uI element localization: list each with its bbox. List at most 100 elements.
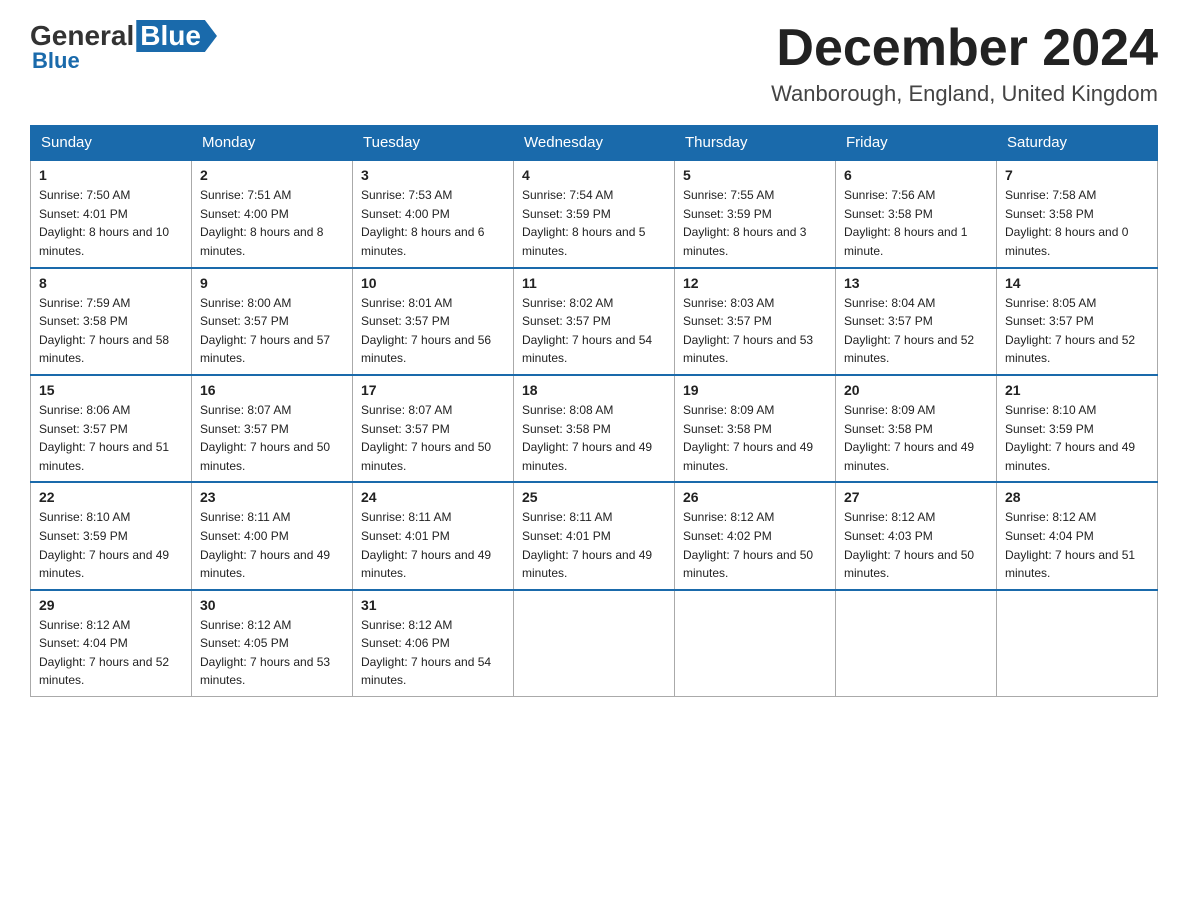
col-tuesday: Tuesday bbox=[353, 126, 514, 161]
calendar-cell: 9 Sunrise: 8:00 AMSunset: 3:57 PMDaylight… bbox=[192, 268, 353, 375]
day-number: 7 bbox=[1005, 167, 1149, 183]
calendar-cell: 1 Sunrise: 7:50 AMSunset: 4:01 PMDaylight… bbox=[31, 160, 192, 267]
day-number: 10 bbox=[361, 275, 505, 291]
day-number: 29 bbox=[39, 597, 183, 613]
day-info: Sunrise: 7:56 AMSunset: 3:58 PMDaylight:… bbox=[844, 186, 988, 260]
day-info: Sunrise: 7:51 AMSunset: 4:00 PMDaylight:… bbox=[200, 186, 344, 260]
day-number: 27 bbox=[844, 489, 988, 505]
day-info: Sunrise: 8:09 AMSunset: 3:58 PMDaylight:… bbox=[683, 401, 827, 475]
day-number: 24 bbox=[361, 489, 505, 505]
day-info: Sunrise: 7:59 AMSunset: 3:58 PMDaylight:… bbox=[39, 294, 183, 368]
day-info: Sunrise: 8:10 AMSunset: 3:59 PMDaylight:… bbox=[39, 508, 183, 582]
day-info: Sunrise: 8:06 AMSunset: 3:57 PMDaylight:… bbox=[39, 401, 183, 475]
day-info: Sunrise: 8:01 AMSunset: 3:57 PMDaylight:… bbox=[361, 294, 505, 368]
calendar-cell: 11Sunrise: 8:02 AMSunset: 3:57 PMDayligh… bbox=[514, 268, 675, 375]
day-number: 5 bbox=[683, 167, 827, 183]
calendar-cell: 24 Sunrise: 8:11 AMSunset: 4:01 PMDayligh… bbox=[353, 482, 514, 589]
day-info: Sunrise: 8:05 AMSunset: 3:57 PMDaylight:… bbox=[1005, 294, 1149, 368]
day-info: Sunrise: 8:11 AMSunset: 4:01 PMDaylight:… bbox=[361, 508, 505, 582]
day-info: Sunrise: 7:58 AMSunset: 3:58 PMDaylight:… bbox=[1005, 186, 1149, 260]
logo: General Blue Blue bbox=[30, 20, 217, 74]
calendar-cell: 23Sunrise: 8:11 AMSunset: 4:00 PMDayligh… bbox=[192, 482, 353, 589]
calendar-cell: 27Sunrise: 8:12 AMSunset: 4:03 PMDayligh… bbox=[836, 482, 997, 589]
calendar-cell: 2 Sunrise: 7:51 AMSunset: 4:00 PMDaylight… bbox=[192, 160, 353, 267]
col-saturday: Saturday bbox=[997, 126, 1158, 161]
day-info: Sunrise: 8:12 AMSunset: 4:06 PMDaylight:… bbox=[361, 616, 505, 690]
calendar-cell: 26 Sunrise: 8:12 AMSunset: 4:02 PMDayligh… bbox=[675, 482, 836, 589]
day-number: 8 bbox=[39, 275, 183, 291]
day-info: Sunrise: 8:07 AMSunset: 3:57 PMDaylight:… bbox=[200, 401, 344, 475]
col-wednesday: Wednesday bbox=[514, 126, 675, 161]
location-title: Wanborough, England, United Kingdom bbox=[771, 81, 1158, 107]
day-info: Sunrise: 7:50 AMSunset: 4:01 PMDaylight:… bbox=[39, 186, 183, 260]
day-number: 31 bbox=[361, 597, 505, 613]
calendar-cell: 22 Sunrise: 8:10 AMSunset: 3:59 PMDayligh… bbox=[31, 482, 192, 589]
calendar-week-5: 29 Sunrise: 8:12 AMSunset: 4:04 PMDayligh… bbox=[31, 590, 1158, 697]
month-title: December 2024 bbox=[771, 20, 1158, 77]
calendar-cell: 30Sunrise: 8:12 AMSunset: 4:05 PMDayligh… bbox=[192, 590, 353, 697]
day-number: 23 bbox=[200, 489, 344, 505]
day-number: 1 bbox=[39, 167, 183, 183]
day-info: Sunrise: 8:10 AMSunset: 3:59 PMDaylight:… bbox=[1005, 401, 1149, 475]
day-info: Sunrise: 7:53 AMSunset: 4:00 PMDaylight:… bbox=[361, 186, 505, 260]
day-info: Sunrise: 8:03 AMSunset: 3:57 PMDaylight:… bbox=[683, 294, 827, 368]
calendar-cell: 10 Sunrise: 8:01 AMSunset: 3:57 PMDayligh… bbox=[353, 268, 514, 375]
day-number: 15 bbox=[39, 382, 183, 398]
day-info: Sunrise: 7:55 AMSunset: 3:59 PMDaylight:… bbox=[683, 186, 827, 260]
col-friday: Friday bbox=[836, 126, 997, 161]
calendar-cell: 6Sunrise: 7:56 AMSunset: 3:58 PMDaylight… bbox=[836, 160, 997, 267]
day-number: 21 bbox=[1005, 382, 1149, 398]
calendar-cell bbox=[997, 590, 1158, 697]
day-number: 22 bbox=[39, 489, 183, 505]
calendar-cell: 5 Sunrise: 7:55 AMSunset: 3:59 PMDaylight… bbox=[675, 160, 836, 267]
day-number: 14 bbox=[1005, 275, 1149, 291]
calendar-week-2: 8 Sunrise: 7:59 AMSunset: 3:58 PMDaylight… bbox=[31, 268, 1158, 375]
calendar-cell: 21 Sunrise: 8:10 AMSunset: 3:59 PMDayligh… bbox=[997, 375, 1158, 482]
day-number: 4 bbox=[522, 167, 666, 183]
calendar-cell: 12 Sunrise: 8:03 AMSunset: 3:57 PMDayligh… bbox=[675, 268, 836, 375]
day-number: 26 bbox=[683, 489, 827, 505]
day-number: 2 bbox=[200, 167, 344, 183]
day-info: Sunrise: 7:54 AMSunset: 3:59 PMDaylight:… bbox=[522, 186, 666, 260]
calendar-cell bbox=[836, 590, 997, 697]
day-number: 9 bbox=[200, 275, 344, 291]
calendar-cell: 8 Sunrise: 7:59 AMSunset: 3:58 PMDaylight… bbox=[31, 268, 192, 375]
calendar-cell: 13 Sunrise: 8:04 AMSunset: 3:57 PMDayligh… bbox=[836, 268, 997, 375]
calendar-cell: 4 Sunrise: 7:54 AMSunset: 3:59 PMDaylight… bbox=[514, 160, 675, 267]
day-info: Sunrise: 8:09 AMSunset: 3:58 PMDaylight:… bbox=[844, 401, 988, 475]
calendar-cell bbox=[514, 590, 675, 697]
calendar-cell: 25Sunrise: 8:11 AMSunset: 4:01 PMDayligh… bbox=[514, 482, 675, 589]
title-section: December 2024 Wanborough, England, Unite… bbox=[771, 20, 1158, 107]
day-info: Sunrise: 8:04 AMSunset: 3:57 PMDaylight:… bbox=[844, 294, 988, 368]
day-number: 30 bbox=[200, 597, 344, 613]
col-thursday: Thursday bbox=[675, 126, 836, 161]
day-number: 12 bbox=[683, 275, 827, 291]
day-number: 3 bbox=[361, 167, 505, 183]
logo-blue: Blue bbox=[136, 20, 217, 52]
day-number: 25 bbox=[522, 489, 666, 505]
calendar-table: Sunday Monday Tuesday Wednesday Thursday… bbox=[30, 125, 1158, 697]
day-number: 16 bbox=[200, 382, 344, 398]
day-info: Sunrise: 8:08 AMSunset: 3:58 PMDaylight:… bbox=[522, 401, 666, 475]
day-number: 28 bbox=[1005, 489, 1149, 505]
day-number: 19 bbox=[683, 382, 827, 398]
day-number: 11 bbox=[522, 275, 666, 291]
calendar-cell: 15 Sunrise: 8:06 AMSunset: 3:57 PMDayligh… bbox=[31, 375, 192, 482]
day-number: 18 bbox=[522, 382, 666, 398]
calendar-cell: 29 Sunrise: 8:12 AMSunset: 4:04 PMDayligh… bbox=[31, 590, 192, 697]
calendar-header-row: Sunday Monday Tuesday Wednesday Thursday… bbox=[31, 126, 1158, 161]
calendar-cell: 14 Sunrise: 8:05 AMSunset: 3:57 PMDayligh… bbox=[997, 268, 1158, 375]
calendar-cell: 28Sunrise: 8:12 AMSunset: 4:04 PMDayligh… bbox=[997, 482, 1158, 589]
day-info: Sunrise: 8:12 AMSunset: 4:04 PMDaylight:… bbox=[39, 616, 183, 690]
day-info: Sunrise: 8:12 AMSunset: 4:02 PMDaylight:… bbox=[683, 508, 827, 582]
calendar-week-3: 15 Sunrise: 8:06 AMSunset: 3:57 PMDayligh… bbox=[31, 375, 1158, 482]
calendar-cell: 17 Sunrise: 8:07 AMSunset: 3:57 PMDayligh… bbox=[353, 375, 514, 482]
calendar-cell: 3 Sunrise: 7:53 AMSunset: 4:00 PMDaylight… bbox=[353, 160, 514, 267]
day-info: Sunrise: 8:00 AMSunset: 3:57 PMDaylight:… bbox=[200, 294, 344, 368]
calendar-week-1: 1 Sunrise: 7:50 AMSunset: 4:01 PMDaylight… bbox=[31, 160, 1158, 267]
calendar-cell: 16 Sunrise: 8:07 AMSunset: 3:57 PMDayligh… bbox=[192, 375, 353, 482]
day-info: Sunrise: 8:07 AMSunset: 3:57 PMDaylight:… bbox=[361, 401, 505, 475]
day-number: 17 bbox=[361, 382, 505, 398]
day-number: 13 bbox=[844, 275, 988, 291]
calendar-cell bbox=[675, 590, 836, 697]
